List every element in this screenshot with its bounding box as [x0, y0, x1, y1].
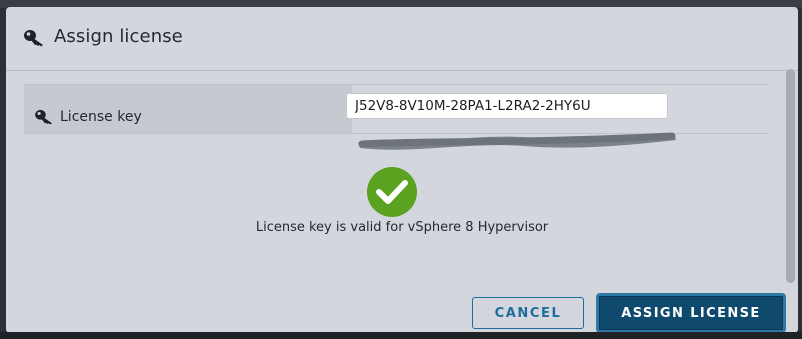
license-key-label: License key [60, 109, 142, 125]
assign-license-button[interactable]: ASSIGN LICENSE [596, 293, 786, 333]
assign-license-dialog: Assign license License key License key i… [6, 7, 798, 333]
scrollbar-thumb[interactable] [786, 69, 795, 283]
dialog-title: Assign license [54, 26, 183, 47]
dialog-footer: CANCEL ASSIGN LICENSE [6, 289, 798, 333]
window-frame-bottom [0, 332, 802, 339]
license-key-input[interactable] [346, 93, 668, 119]
redaction-scribble [358, 132, 676, 150]
header-divider [6, 70, 798, 71]
dialog-header: Assign license [6, 7, 798, 71]
key-icon [24, 30, 43, 47]
check-circle-icon [367, 167, 417, 217]
license-key-label-cell: License key [24, 85, 352, 133]
cancel-button[interactable]: CANCEL [472, 297, 584, 329]
key-icon [35, 109, 52, 125]
validation-message: License key is valid for vSphere 8 Hyper… [255, 220, 549, 235]
